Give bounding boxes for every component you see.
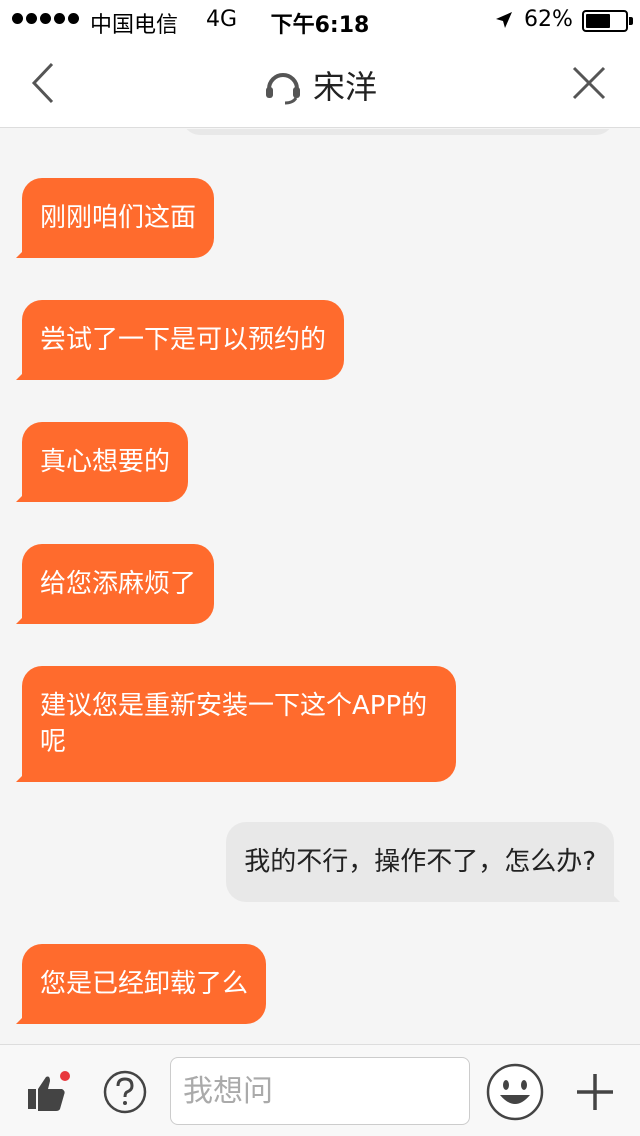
message-bubble-agent: 您是已经卸载了么 — [22, 944, 267, 1024]
input-bar — [0, 1044, 640, 1136]
battery-icon — [582, 10, 628, 32]
notification-dot — [60, 1071, 70, 1081]
battery-percent: 62% — [524, 7, 573, 32]
message-input[interactable] — [170, 1057, 470, 1125]
status-bar: 中国电信 4G 下午6:18 62% — [0, 0, 640, 40]
battery-level-fill — [586, 14, 610, 28]
message-bubble-partial — [182, 129, 614, 135]
message-list[interactable]: 刚刚咱们这面 尝试了一下是可以预约的 真心想要的 给您添麻烦了 建议您是重新安装… — [0, 129, 640, 1044]
message-bubble-agent: 尝试了一下是可以预约的 — [22, 300, 345, 380]
emoji-icon[interactable] — [486, 1063, 544, 1121]
location-arrow-icon — [496, 12, 512, 28]
title-group: 宋洋 — [0, 62, 640, 108]
close-button[interactable] — [566, 60, 612, 106]
message-bubble-agent: 给您添麻烦了 — [22, 544, 215, 624]
message-bubble-agent: 建议您是重新安装一下这个APP的呢 — [22, 666, 456, 782]
headset-icon — [265, 73, 300, 105]
message-bubble-user: 我的不行，操作不了，怎么办? — [226, 822, 614, 902]
message-bubble-agent: 刚刚咱们这面 — [22, 178, 215, 258]
chat-header: 宋洋 — [0, 40, 640, 128]
page-title: 宋洋 — [312, 68, 377, 106]
message-bubble-agent: 真心想要的 — [22, 422, 189, 502]
question-icon[interactable] — [102, 1069, 148, 1115]
plus-icon[interactable] — [574, 1071, 616, 1113]
battery-cap — [629, 17, 633, 25]
